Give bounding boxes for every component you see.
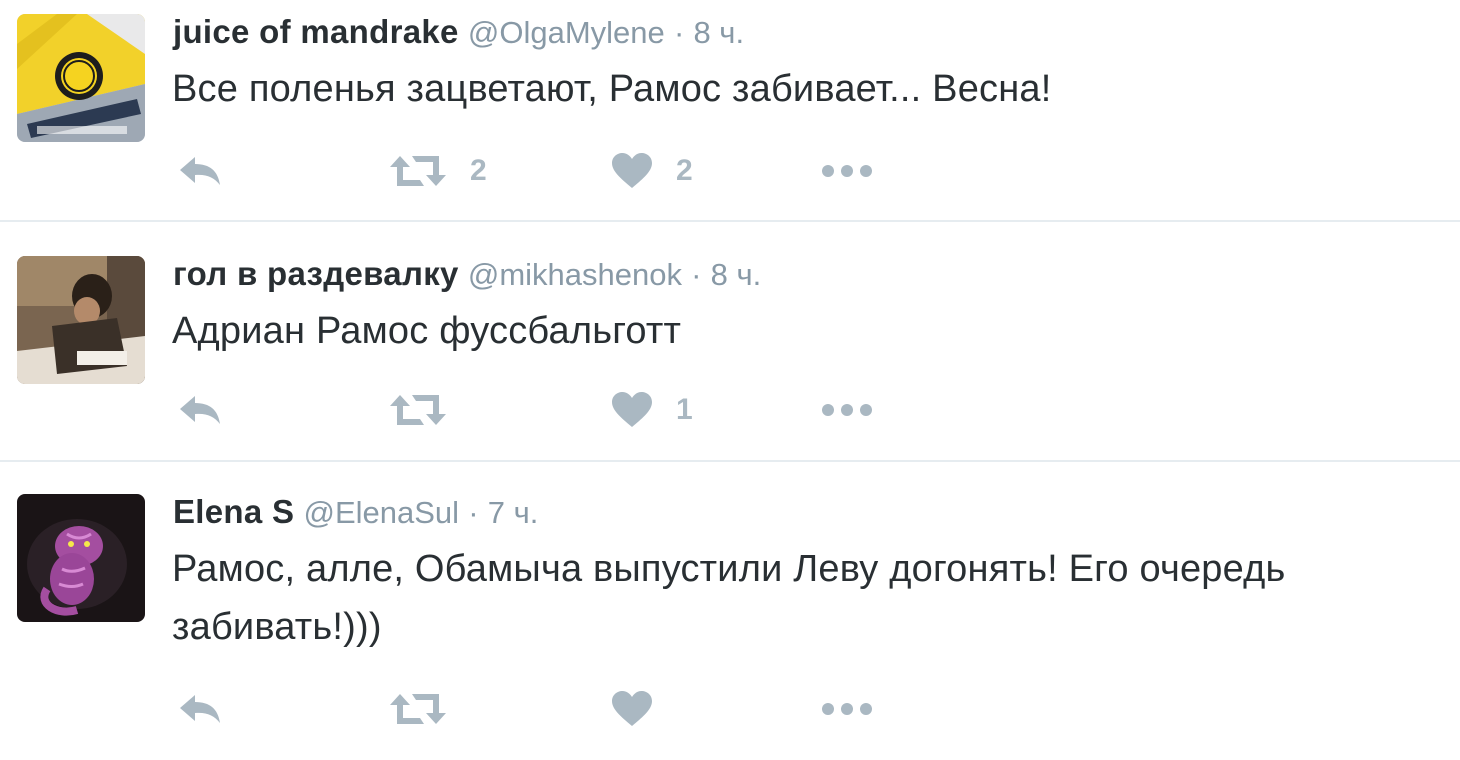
tweet-header: juice of mandrake @OlgaMylene · 8 ч. (173, 12, 744, 52)
more-button[interactable] (821, 149, 873, 193)
reply-icon (178, 394, 222, 426)
reply-button[interactable] (178, 388, 222, 432)
like-button[interactable] (612, 687, 676, 731)
retweet-count: 2 (470, 154, 487, 187)
username[interactable]: @ElenaSul (304, 495, 460, 530)
heart-icon (612, 691, 652, 727)
timestamp[interactable]: 8 ч. (693, 15, 744, 50)
avatar[interactable] (17, 256, 145, 384)
fullname[interactable]: гол в раздевалку (173, 255, 459, 292)
timestamp[interactable]: 7 ч. (488, 495, 539, 530)
tweet-header: Elena S @ElenaSul · 7 ч. (173, 492, 538, 532)
retweet-icon (390, 393, 446, 427)
separator: · (468, 495, 479, 530)
tweet[interactable]: Elena S @ElenaSul · 7 ч. Рамос, алле, Об… (0, 462, 1460, 760)
retweet-icon (390, 154, 446, 188)
more-icon (821, 402, 873, 418)
heart-icon (612, 392, 652, 428)
reply-button[interactable] (178, 149, 222, 193)
more-button[interactable] (821, 388, 873, 432)
timestamp[interactable]: 8 ч. (711, 257, 762, 292)
more-icon (821, 701, 873, 717)
username[interactable]: @mikhashenok (468, 257, 682, 292)
username[interactable]: @OlgaMylene (468, 15, 665, 50)
tweet-text: Рамос, алле, Обамыча выпустили Леву дого… (172, 548, 1286, 648)
reply-button[interactable] (178, 687, 222, 731)
tweet-header: гол в раздевалку @mikhashenok · 8 ч. (173, 254, 761, 294)
retweet-button[interactable] (390, 388, 470, 432)
reply-icon (178, 155, 222, 187)
more-icon (821, 163, 873, 179)
fullname[interactable]: juice of mandrake (173, 13, 459, 50)
like-count: 1 (676, 393, 693, 426)
tweet[interactable]: juice of mandrake @OlgaMylene · 8 ч. Все… (0, 0, 1460, 220)
like-button[interactable]: 2 (612, 149, 693, 193)
retweet-icon (390, 692, 446, 726)
tweet-text: Адриан Рамос фуссбальготт (172, 310, 682, 352)
retweet-button[interactable] (390, 687, 470, 731)
reply-icon (178, 693, 222, 725)
retweet-button[interactable]: 2 (390, 149, 487, 193)
tweet[interactable]: гол в раздевалку @mikhashenok · 8 ч. Адр… (0, 222, 1460, 460)
tweet-text: Все поленья зацветают, Рамос забивает...… (172, 68, 1052, 110)
separator: · (673, 15, 685, 50)
like-button[interactable]: 1 (612, 388, 693, 432)
fullname[interactable]: Elena S (173, 493, 294, 530)
avatar[interactable] (17, 494, 145, 622)
more-button[interactable] (821, 687, 873, 731)
like-count: 2 (676, 154, 693, 187)
avatar[interactable] (17, 14, 145, 142)
separator: · (691, 257, 702, 292)
heart-icon (612, 153, 652, 189)
